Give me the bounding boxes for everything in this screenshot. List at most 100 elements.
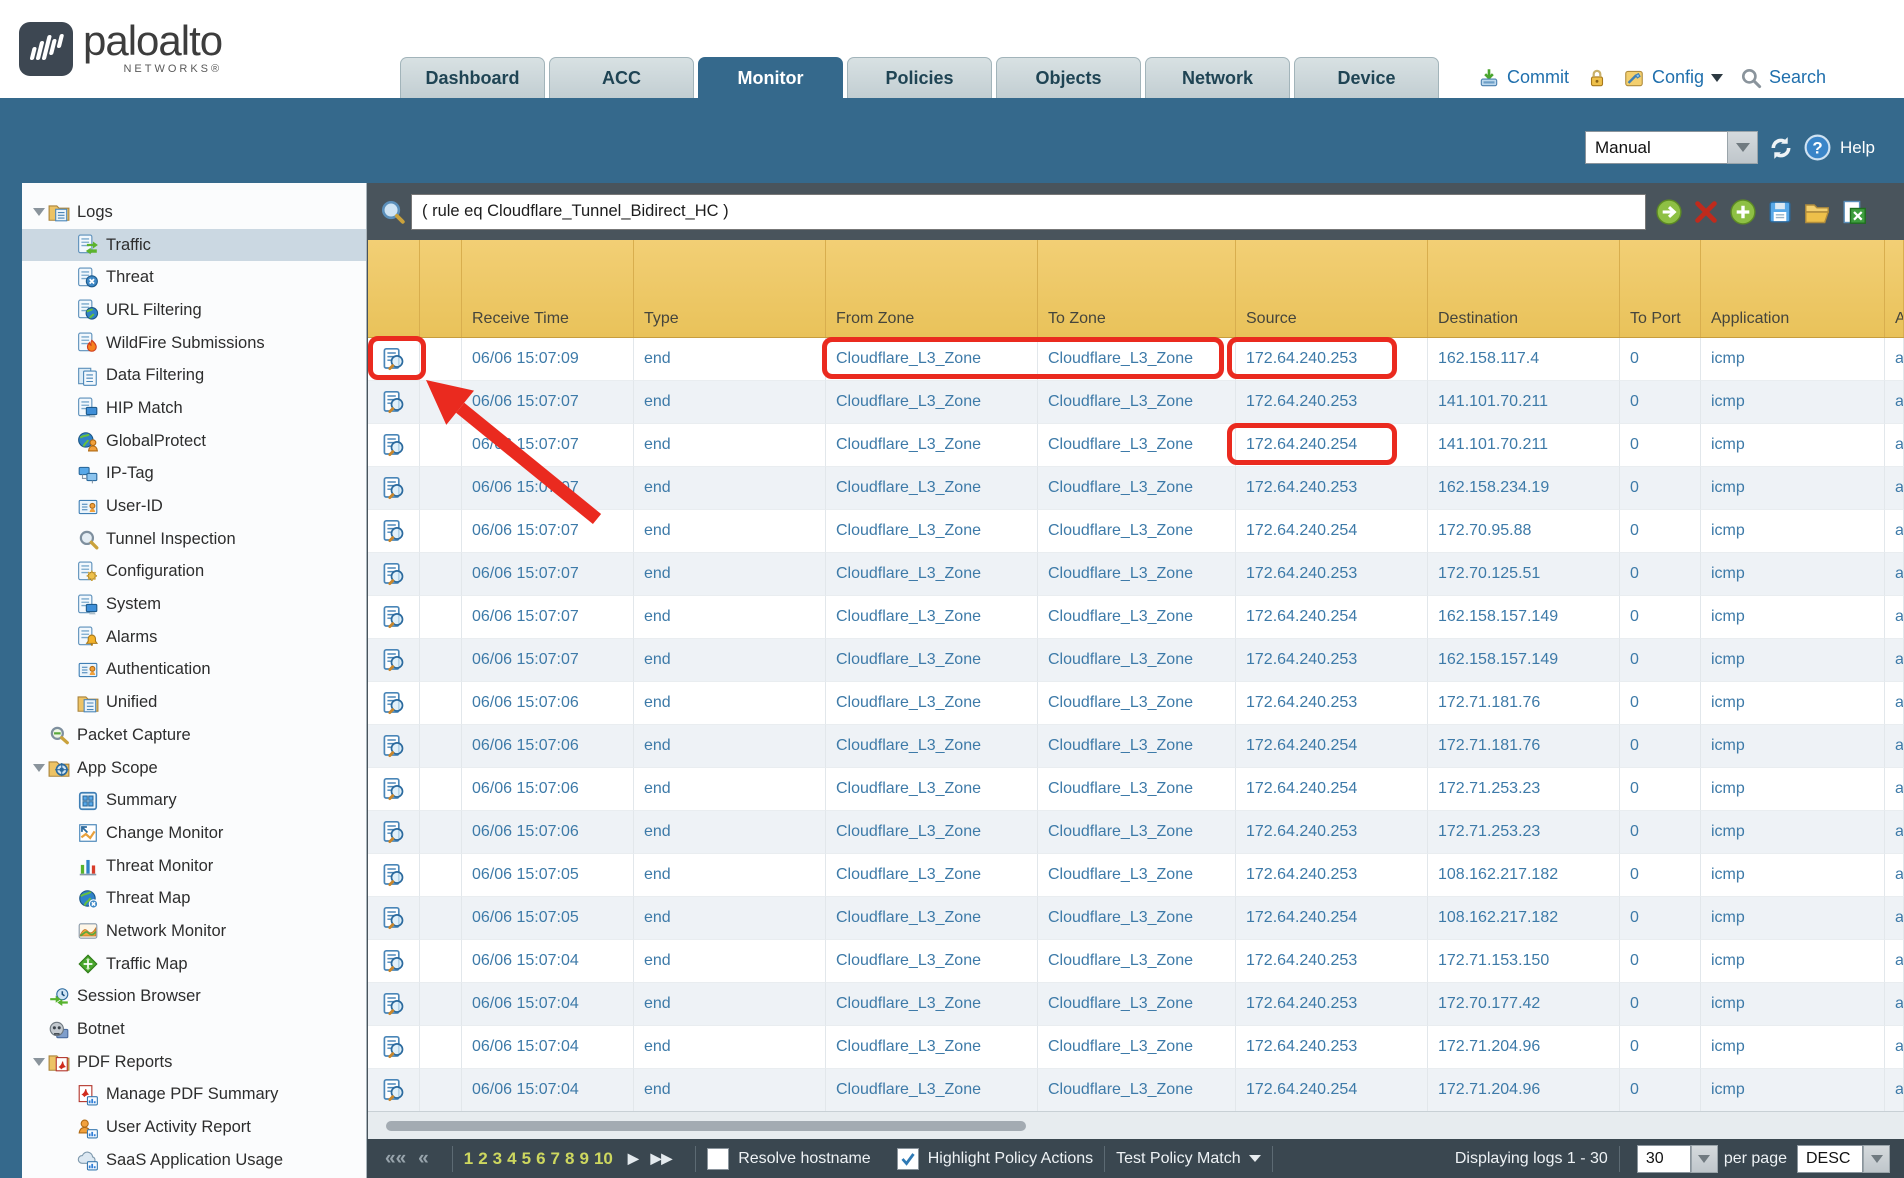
sidebar-item-network-monitor[interactable]: Network Monitor — [22, 915, 366, 948]
cell-type[interactable]: end — [634, 940, 826, 983]
cell-to-zone[interactable]: Cloudflare_L3_Zone — [1038, 1069, 1236, 1112]
log-detail-icon[interactable] — [368, 381, 420, 424]
log-row-13[interactable]: 06/06 15:07:05endCloudflare_L3_ZoneCloud… — [368, 854, 1904, 897]
column-header-to-zone[interactable]: To Zone — [1038, 240, 1236, 337]
cell-to-port[interactable]: 0 — [1620, 553, 1701, 596]
log-row-18[interactable]: 06/06 15:07:04endCloudflare_L3_ZoneCloud… — [368, 1069, 1904, 1112]
log-detail-icon[interactable] — [368, 639, 420, 682]
cell-destination[interactable]: 172.71.253.23 — [1428, 811, 1620, 854]
cell-application[interactable]: icmp — [1701, 381, 1885, 424]
resolve-hostname-checkbox[interactable] — [707, 1148, 729, 1170]
cell-receive-time[interactable]: 06/06 15:07:09 — [462, 338, 634, 381]
cell-a[interactable]: a — [1885, 424, 1904, 467]
cell-application[interactable]: icmp — [1701, 338, 1885, 381]
sidebar-item-authentication[interactable]: Authentication — [22, 654, 366, 687]
cell-destination[interactable]: 172.71.181.76 — [1428, 682, 1620, 725]
row-select-cell[interactable] — [420, 811, 462, 854]
cell-receive-time[interactable]: 06/06 15:07:07 — [462, 467, 634, 510]
cell-receive-time[interactable]: 06/06 15:07:04 — [462, 1026, 634, 1069]
cell-type[interactable]: end — [634, 424, 826, 467]
cell-destination[interactable]: 141.101.70.211 — [1428, 424, 1620, 467]
cell-application[interactable]: icmp — [1701, 467, 1885, 510]
cell-type[interactable]: end — [634, 725, 826, 768]
cell-from-zone[interactable]: Cloudflare_L3_Zone — [826, 381, 1038, 424]
sidebar-item-ip-tag[interactable]: IP-Tag — [22, 458, 366, 491]
cell-to-port[interactable]: 0 — [1620, 467, 1701, 510]
cell-a[interactable]: a — [1885, 639, 1904, 682]
log-detail-icon[interactable] — [368, 1069, 420, 1112]
cell-from-zone[interactable]: Cloudflare_L3_Zone — [826, 854, 1038, 897]
save-filter-icon[interactable] — [1766, 198, 1794, 226]
next-page-icon[interactable]: ▶ — [628, 1150, 639, 1167]
cell-destination[interactable]: 141.101.70.211 — [1428, 381, 1620, 424]
log-row-14[interactable]: 06/06 15:07:05endCloudflare_L3_ZoneCloud… — [368, 897, 1904, 940]
config-button[interactable]: Config — [1652, 67, 1704, 88]
cell-receive-time[interactable]: 06/06 15:07:06 — [462, 768, 634, 811]
column-header-blank[interactable] — [420, 240, 462, 337]
cell-from-zone[interactable]: Cloudflare_L3_Zone — [826, 1026, 1038, 1069]
cell-to-port[interactable]: 0 — [1620, 424, 1701, 467]
cell-type[interactable]: end — [634, 381, 826, 424]
cell-source[interactable]: 172.64.240.254 — [1236, 424, 1428, 467]
cell-from-zone[interactable]: Cloudflare_L3_Zone — [826, 639, 1038, 682]
row-select-cell[interactable] — [420, 639, 462, 682]
log-detail-icon[interactable] — [368, 596, 420, 639]
cell-type[interactable]: end — [634, 983, 826, 1026]
cell-to-zone[interactable]: Cloudflare_L3_Zone — [1038, 639, 1236, 682]
tab-monitor[interactable]: Monitor — [698, 57, 843, 102]
log-row-15[interactable]: 06/06 15:07:04endCloudflare_L3_ZoneCloud… — [368, 940, 1904, 983]
cell-application[interactable]: icmp — [1701, 510, 1885, 553]
cell-to-port[interactable]: 0 — [1620, 768, 1701, 811]
row-select-cell[interactable] — [420, 725, 462, 768]
cell-destination[interactable]: 172.70.95.88 — [1428, 510, 1620, 553]
cell-source[interactable]: 172.64.240.253 — [1236, 854, 1428, 897]
cell-from-zone[interactable]: Cloudflare_L3_Zone — [826, 682, 1038, 725]
cell-a[interactable]: a — [1885, 553, 1904, 596]
log-row-17[interactable]: 06/06 15:07:04endCloudflare_L3_ZoneCloud… — [368, 1026, 1904, 1069]
log-row-6[interactable]: 06/06 15:07:07endCloudflare_L3_ZoneCloud… — [368, 553, 1904, 596]
sidebar-item-traffic[interactable]: Traffic — [22, 229, 366, 262]
cell-to-zone[interactable]: Cloudflare_L3_Zone — [1038, 596, 1236, 639]
sidebar-item-change-monitor[interactable]: Change Monitor — [22, 817, 366, 850]
cell-to-port[interactable]: 0 — [1620, 381, 1701, 424]
expander-icon-logs[interactable] — [33, 208, 45, 216]
sidebar-item-traffic-map[interactable]: Traffic Map — [22, 948, 366, 981]
row-select-cell[interactable] — [420, 596, 462, 639]
highlight-policy-actions-checkbox[interactable] — [897, 1148, 919, 1170]
add-filter-icon[interactable] — [1729, 198, 1757, 226]
page-number-5[interactable]: 5 — [522, 1149, 531, 1169]
sidebar-item-summary[interactable]: Summary — [22, 784, 366, 817]
horizontal-scrollbar[interactable] — [368, 1111, 1904, 1140]
page-number-2[interactable]: 2 — [478, 1149, 487, 1169]
cell-receive-time[interactable]: 06/06 15:07:05 — [462, 897, 634, 940]
row-select-cell[interactable] — [420, 467, 462, 510]
cell-application[interactable]: icmp — [1701, 596, 1885, 639]
cell-source[interactable]: 172.64.240.253 — [1236, 682, 1428, 725]
page-number-6[interactable]: 6 — [536, 1149, 545, 1169]
column-header-type[interactable]: Type — [634, 240, 826, 337]
cell-from-zone[interactable]: Cloudflare_L3_Zone — [826, 940, 1038, 983]
row-select-cell[interactable] — [420, 1069, 462, 1112]
cell-type[interactable]: end — [634, 510, 826, 553]
cell-to-port[interactable]: 0 — [1620, 897, 1701, 940]
log-detail-icon[interactable] — [368, 983, 420, 1026]
cell-source[interactable]: 172.64.240.254 — [1236, 596, 1428, 639]
cell-a[interactable]: a — [1885, 510, 1904, 553]
cell-receive-time[interactable]: 06/06 15:07:07 — [462, 510, 634, 553]
row-select-cell[interactable] — [420, 983, 462, 1026]
expander-icon-pdf-reports[interactable] — [33, 1058, 45, 1066]
column-header-receive-time[interactable]: Receive Time — [462, 240, 634, 337]
cell-to-zone[interactable]: Cloudflare_L3_Zone — [1038, 424, 1236, 467]
cell-source[interactable]: 172.64.240.253 — [1236, 983, 1428, 1026]
cell-application[interactable]: icmp — [1701, 768, 1885, 811]
tab-dashboard[interactable]: Dashboard — [400, 57, 545, 98]
cell-from-zone[interactable]: Cloudflare_L3_Zone — [826, 897, 1038, 940]
cell-destination[interactable]: 172.71.204.96 — [1428, 1026, 1620, 1069]
cell-to-port[interactable]: 0 — [1620, 596, 1701, 639]
cell-to-port[interactable]: 0 — [1620, 338, 1701, 381]
log-row-2[interactable]: 06/06 15:07:07endCloudflare_L3_ZoneCloud… — [368, 381, 1904, 424]
sidebar-item-wildfire-submissions[interactable]: WildFire Submissions — [22, 327, 366, 360]
sidebar-item-data-filtering[interactable]: Data Filtering — [22, 359, 366, 392]
page-number-1[interactable]: 1 — [464, 1149, 473, 1169]
cell-type[interactable]: end — [634, 338, 826, 381]
